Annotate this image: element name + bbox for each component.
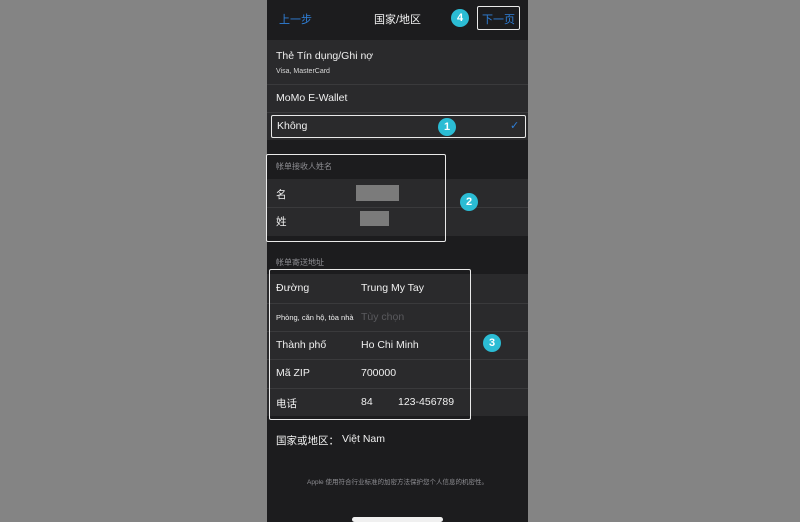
billing-address-header: 帐单寄送地址 (276, 258, 324, 267)
highlight-billing-address (269, 269, 471, 420)
step-badge-4: 4 (451, 9, 469, 27)
phone-screen: 上一步 国家/地区 下一页 Thẻ Tín dụng/Ghi nợ Visa, … (267, 0, 528, 522)
privacy-footer: Apple 使用符合行业标准的加密方法保护您个人信息的机密性。 (307, 479, 488, 486)
card-option-brands: Visa, MasterCard (276, 68, 330, 75)
payment-option-momo[interactable]: MoMo E-Wallet (267, 85, 528, 112)
step-badge-1: 1 (438, 118, 456, 136)
country-value[interactable]: Việt Nam (342, 433, 385, 445)
highlight-billing-name (266, 154, 446, 242)
country-label: 国家或地区： (276, 435, 339, 447)
momo-option-label: MoMo E-Wallet (276, 92, 348, 104)
home-indicator (352, 517, 443, 522)
highlight-none-option (271, 115, 526, 138)
step-badge-3: 3 (483, 334, 501, 352)
payment-option-card[interactable]: Thẻ Tín dụng/Ghi nợ Visa, MasterCard (267, 40, 528, 84)
step-badge-2: 2 (460, 193, 478, 211)
card-option-label: Thẻ Tín dụng/Ghi nợ (276, 50, 374, 62)
highlight-next-button (477, 6, 520, 30)
